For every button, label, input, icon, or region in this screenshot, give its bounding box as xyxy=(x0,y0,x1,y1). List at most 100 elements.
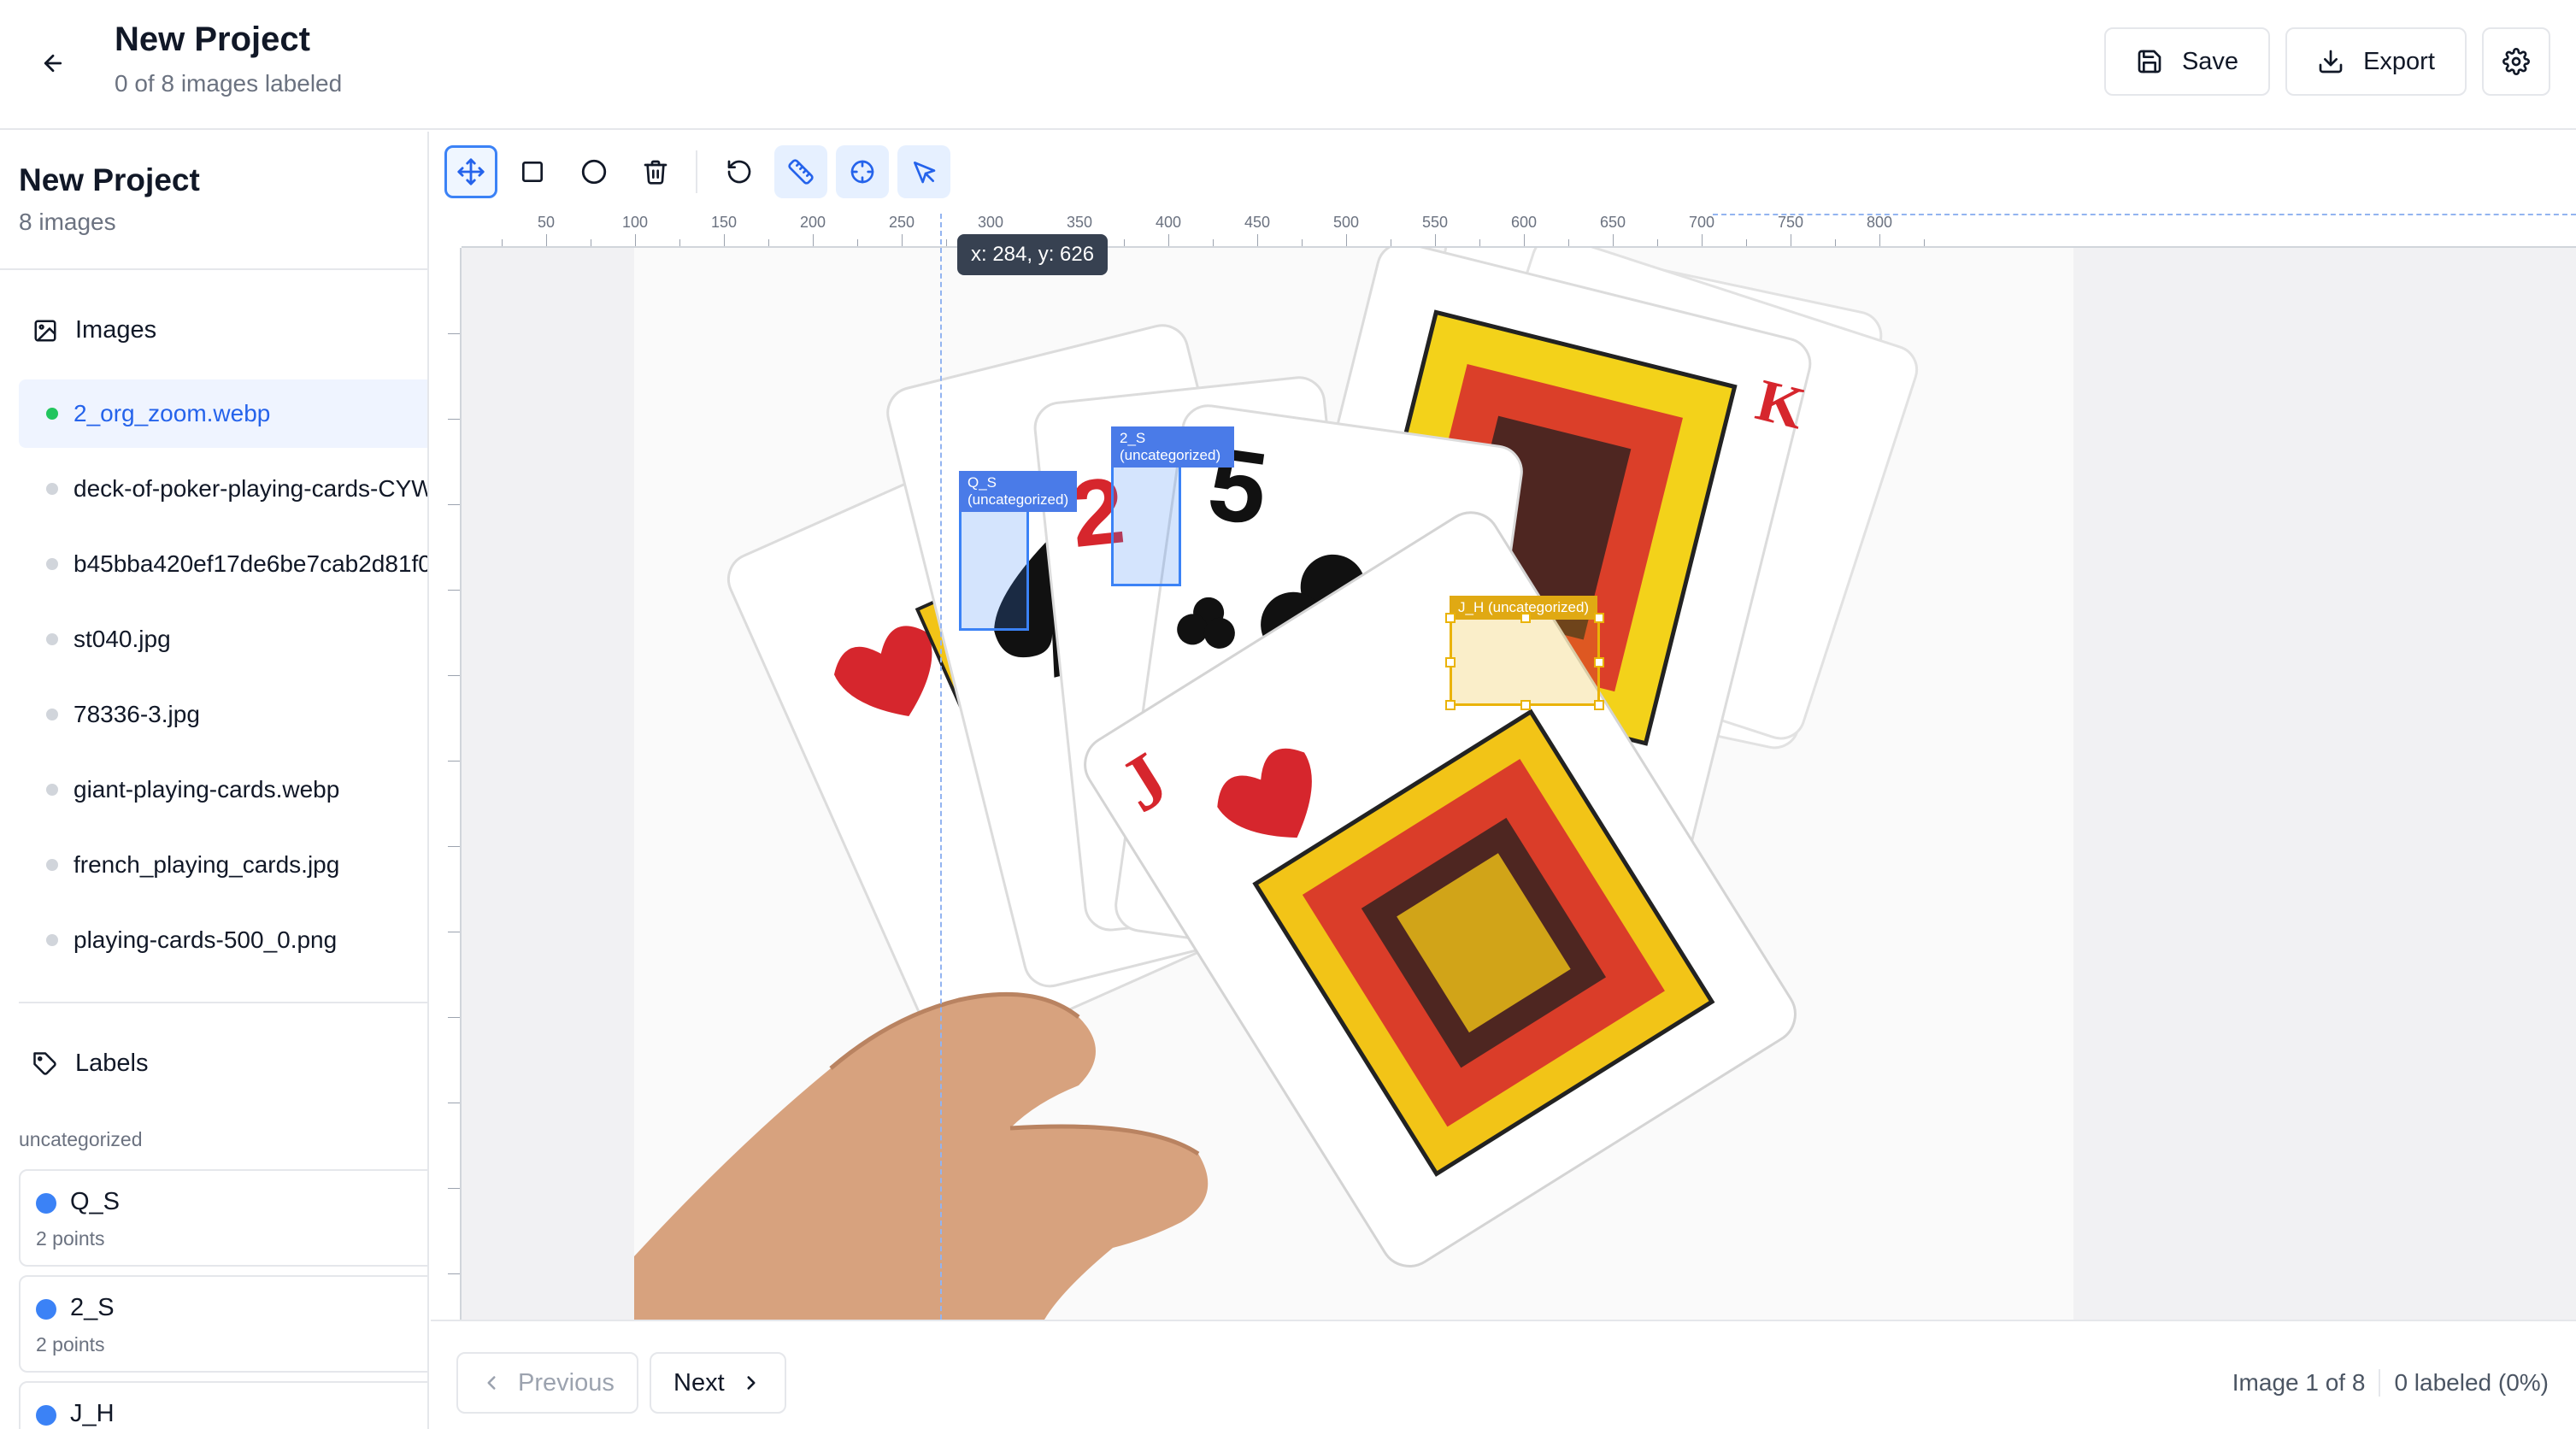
save-button[interactable]: Save xyxy=(2104,27,2270,96)
cursor-guide-vertical xyxy=(940,214,942,1320)
ruler-tick-label: 150 xyxy=(710,214,738,231)
label-card-j-h[interactable]: J_H xyxy=(19,1381,427,1429)
annotation-tag-label: 2_S xyxy=(1120,430,1146,446)
trash-icon xyxy=(644,160,668,185)
delete-tool-button[interactable] xyxy=(629,145,682,198)
ruler-tick xyxy=(724,234,725,246)
annotation-tag-label: Q_S xyxy=(967,474,997,491)
tag-icon xyxy=(33,1051,56,1075)
ruler-minor-tick xyxy=(1835,239,1836,246)
move-icon xyxy=(457,158,485,185)
resize-handle[interactable] xyxy=(1520,613,1531,623)
next-label: Next xyxy=(673,1368,725,1397)
labels-section-header: Labels xyxy=(32,1050,148,1078)
horizontal-ruler: 50 100 150 200 250 300 350 400 450 500 550 600 650 70… xyxy=(462,214,2576,248)
download-icon xyxy=(2319,50,2343,74)
ruler-tick-label: 600 xyxy=(1510,214,1538,231)
status-dot xyxy=(46,483,58,495)
next-button[interactable]: Next xyxy=(650,1352,786,1414)
move-tool-button[interactable] xyxy=(444,145,497,198)
ruler-tick-label: 50 xyxy=(537,214,556,231)
ruler-tick xyxy=(1257,234,1258,246)
ruler-tick xyxy=(448,333,460,334)
image-list-item[interactable]: giant-playing-cards.webp xyxy=(19,756,427,824)
navigation-footer: Previous Next Image 1 of 8 0 labeled (0%… xyxy=(431,1320,2576,1429)
resize-handle[interactable] xyxy=(1594,613,1604,623)
ruler-tick xyxy=(448,846,460,847)
resize-handle[interactable] xyxy=(1594,700,1604,710)
ruler-corner xyxy=(431,214,462,248)
rectangle-tool-button[interactable] xyxy=(506,145,559,198)
annotation-tag: Q_S (uncategorized) xyxy=(959,471,1078,512)
status-dot xyxy=(46,709,58,720)
pointer-icon xyxy=(914,162,936,184)
previous-label: Previous xyxy=(518,1368,615,1397)
ruler-minor-tick xyxy=(502,239,503,246)
image-list-item[interactable]: playing-cards-500_0.png xyxy=(19,906,427,974)
rectangle-icon xyxy=(522,162,543,182)
image-name: 2_org_zoom.webp xyxy=(74,400,271,426)
label-card-q-s[interactable]: Q_S 2 points xyxy=(19,1169,427,1267)
circle-tool-button[interactable] xyxy=(568,145,620,198)
ruler-minor-tick xyxy=(768,239,769,246)
ruler-tick xyxy=(1524,234,1525,246)
ruler-tick xyxy=(902,234,903,246)
image-list-item[interactable]: b45bba420ef17de6be7cab2d81f0 xyxy=(19,530,427,598)
page-title: New Project xyxy=(115,21,310,58)
image-list-item[interactable]: 2_org_zoom.webp xyxy=(19,379,427,448)
ruler-minor-tick xyxy=(1213,239,1214,246)
image-list-item[interactable]: deck-of-poker-playing-cards-CYW xyxy=(19,455,429,523)
image-name: giant-playing-cards.webp xyxy=(74,776,340,803)
playing-cards-photo: K 2 5 J xyxy=(634,248,2073,1320)
ruler-tick-label: 400 xyxy=(1155,214,1182,231)
resize-handle[interactable] xyxy=(1594,657,1604,667)
annotation-box-2-s[interactable]: 2_S (uncategorized) xyxy=(1111,426,1234,586)
undo-button[interactable] xyxy=(713,145,766,198)
label-points: 2 points xyxy=(36,1227,105,1250)
annotation-tag-category: (uncategorized) xyxy=(1120,447,1221,463)
export-button[interactable]: Export xyxy=(2285,27,2467,96)
annotation-canvas[interactable]: 50 100 150 200 250 300 350 400 450 500 550 600 650 70… xyxy=(431,214,2576,1320)
ruler-tick xyxy=(813,234,814,246)
ruler-tick-label: 750 xyxy=(1777,214,1804,231)
annotation-box-q-s[interactable]: Q_S (uncategorized) xyxy=(959,471,1078,631)
measure-tool-button[interactable] xyxy=(774,145,827,198)
status-dot xyxy=(46,934,58,946)
ruler-tick xyxy=(448,675,460,676)
canvas-image[interactable]: K 2 5 J Q_S (uncategorized) 2_S (uncateg… xyxy=(634,248,2073,1320)
resize-handle[interactable] xyxy=(1445,613,1456,623)
back-button[interactable] xyxy=(31,41,75,85)
select-tool-button[interactable] xyxy=(897,145,950,198)
ruler-tick-label: 350 xyxy=(1066,214,1093,231)
previous-button[interactable]: Previous xyxy=(456,1352,638,1414)
annotation-box-j-h[interactable]: J_H (uncategorized) xyxy=(1445,596,1604,710)
ruler-tick xyxy=(546,234,547,246)
labeled-progress-text: 0 of 8 images labeled xyxy=(115,70,343,97)
ruler-icon xyxy=(788,159,814,185)
image-name: deck-of-poker-playing-cards-CYW xyxy=(74,475,429,502)
resize-handle[interactable] xyxy=(1445,700,1456,710)
image-list-item[interactable]: 78336-3.jpg xyxy=(19,680,427,749)
resize-handle[interactable] xyxy=(1445,657,1456,667)
annotation-tag: 2_S (uncategorized) xyxy=(1111,426,1234,468)
annotation-toolbar xyxy=(431,132,2576,214)
image-name: playing-cards-500_0.png xyxy=(74,926,338,953)
image-list-item[interactable]: st040.jpg xyxy=(19,605,427,673)
divider xyxy=(19,1002,427,1003)
ruler-minor-tick xyxy=(1746,239,1747,246)
ruler-minor-tick xyxy=(1479,239,1480,246)
label-color-dot xyxy=(36,1193,56,1214)
label-category: uncategorized xyxy=(19,1128,143,1150)
image-list-item[interactable]: french_playing_cards.jpg xyxy=(19,831,427,899)
ruler-tick-label: 500 xyxy=(1332,214,1360,231)
save-label: Save xyxy=(2181,47,2239,75)
settings-button[interactable] xyxy=(2482,27,2550,96)
resize-handle[interactable] xyxy=(1520,700,1531,710)
label-points: 2 points xyxy=(36,1333,105,1355)
ruler-tick xyxy=(1613,234,1614,246)
gear-icon xyxy=(2502,48,2530,75)
sidebar-image-count: 8 images xyxy=(19,209,116,235)
status-dot xyxy=(46,558,58,570)
crosshair-tool-button[interactable] xyxy=(836,145,889,198)
label-card-2-s[interactable]: 2_S 2 points xyxy=(19,1275,427,1373)
